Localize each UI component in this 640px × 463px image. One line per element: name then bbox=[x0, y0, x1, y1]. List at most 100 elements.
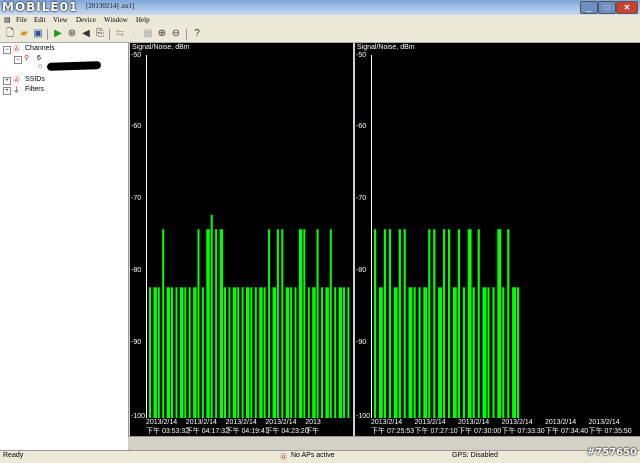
toolbar-separator bbox=[47, 29, 48, 40]
y-tick-label: -100 bbox=[131, 413, 146, 420]
x-tick-time: 下午 07:27:10 bbox=[414, 428, 458, 435]
x-tick-time: 下午 07:35:50 bbox=[588, 428, 632, 435]
audio-icon[interactable]: ◀ bbox=[80, 28, 92, 40]
signal-bar bbox=[388, 229, 391, 418]
signal-bar bbox=[215, 229, 218, 418]
signal-bar bbox=[281, 229, 284, 418]
toolbar: 🗋 ▰ ▣ ▶ ⊛ ◀ ⎘ ⇆ ⋮ ▦ ⊕ ⊖ ? bbox=[0, 27, 640, 43]
x-tick-time: 下午 04:23:20 bbox=[265, 428, 309, 435]
y-tick-label: -50 bbox=[131, 52, 142, 59]
x-tick-label: 2013/2/14 bbox=[371, 419, 403, 426]
signal-bar bbox=[193, 287, 197, 418]
signal-bar bbox=[259, 287, 263, 418]
filter-icon[interactable]: ⋮ bbox=[128, 28, 140, 40]
help-icon[interactable]: ? bbox=[191, 28, 203, 40]
x-tick-time: 下午 04:17:32 bbox=[185, 428, 229, 435]
signal-bar bbox=[374, 229, 377, 418]
signal-bar bbox=[398, 229, 401, 418]
zoom-out-icon[interactable]: ⊖ bbox=[170, 28, 182, 40]
menu-help[interactable]: Help bbox=[136, 16, 150, 24]
antenna-icon: Ⓐ bbox=[13, 46, 20, 53]
collapse-toggle[interactable]: − bbox=[3, 46, 11, 54]
signal-bar bbox=[197, 229, 200, 418]
signal-bar bbox=[408, 287, 413, 418]
signal-bar bbox=[477, 229, 480, 418]
signal-bar bbox=[448, 229, 451, 418]
x-tick-time: 下午 bbox=[305, 428, 320, 435]
zoom-in-icon[interactable]: ⊕ bbox=[156, 28, 168, 40]
open-folder-icon[interactable]: ▰ bbox=[18, 28, 30, 40]
signal-bar bbox=[512, 287, 516, 418]
new-file-icon[interactable]: 🗋 bbox=[4, 28, 16, 40]
signal-bar bbox=[171, 287, 173, 418]
close-button[interactable]: ✕ bbox=[616, 1, 638, 14]
tree-item-channels[interactable]: Channels bbox=[25, 45, 55, 52]
maximize-button[interactable]: □ bbox=[598, 1, 616, 14]
signal-bar bbox=[438, 287, 442, 418]
toolbar-separator bbox=[186, 29, 187, 40]
signal-bar bbox=[188, 287, 191, 418]
antenna-status-icon: Ⓐ bbox=[280, 454, 287, 461]
watermark: #757650 bbox=[586, 447, 637, 458]
menu-file[interactable]: File bbox=[16, 16, 27, 24]
x-tick-label: 2013/2/14 bbox=[146, 419, 178, 426]
horizontal-scrollbar[interactable] bbox=[128, 436, 640, 449]
x-tick-label: 2013/2/14 bbox=[185, 419, 217, 426]
antenna-icon: Ⓐ bbox=[13, 77, 20, 84]
minimize-button[interactable]: _ bbox=[580, 1, 598, 14]
x-tick-label: 2013/2/14 bbox=[588, 419, 620, 426]
y-tick-label: -70 bbox=[131, 195, 142, 202]
signal-bar bbox=[149, 287, 151, 418]
import-icon[interactable]: ⇆ bbox=[114, 28, 126, 40]
signal-bar bbox=[294, 287, 297, 418]
signal-bar bbox=[334, 287, 337, 418]
menu-window[interactable]: Window bbox=[104, 16, 128, 24]
save-icon[interactable]: ▣ bbox=[32, 28, 44, 40]
collapse-toggle[interactable]: − bbox=[14, 56, 22, 64]
signal-bar bbox=[452, 287, 457, 418]
signal-bar bbox=[472, 287, 475, 418]
tree-item-channel-number[interactable]: 6 bbox=[37, 55, 41, 62]
tree-item-ssids[interactable]: SSIDs bbox=[25, 76, 45, 83]
signal-bar bbox=[254, 287, 257, 418]
signal-bar bbox=[285, 287, 290, 418]
signal-bar bbox=[162, 229, 165, 418]
plot-area[interactable] bbox=[371, 55, 640, 418]
signal-bar bbox=[502, 287, 505, 418]
x-tick-time: 下午 07:30:00 bbox=[458, 428, 502, 435]
y-tick-label: -60 bbox=[131, 123, 142, 130]
x-tick-label: 2013 bbox=[305, 419, 321, 426]
expand-toggle[interactable]: + bbox=[3, 87, 11, 95]
app-menu-icon[interactable]: ▤ bbox=[4, 16, 11, 24]
signal-bar bbox=[482, 287, 487, 418]
signal-bar bbox=[246, 287, 250, 418]
menu-device[interactable]: Device bbox=[76, 16, 96, 24]
y-tick-label: -90 bbox=[131, 339, 142, 346]
menu-view[interactable]: View bbox=[53, 16, 68, 24]
signal-bar bbox=[383, 229, 387, 418]
chart-title: Signal/Noise, dBm bbox=[357, 44, 415, 51]
y-tick-label: -60 bbox=[356, 123, 367, 130]
export-icon[interactable]: ⎘ bbox=[94, 28, 106, 40]
signal-bar bbox=[298, 229, 303, 418]
signal-bar bbox=[321, 287, 323, 418]
signal-bar bbox=[517, 287, 520, 418]
signal-bar bbox=[403, 229, 406, 418]
status-bar: Ready Ⓐ No APs active GPS: Disabled bbox=[0, 450, 640, 463]
scan-icon[interactable]: ⊛ bbox=[66, 28, 78, 40]
menu-edit[interactable]: Edit bbox=[34, 16, 46, 24]
signal-bar bbox=[312, 287, 316, 418]
plot-area[interactable] bbox=[146, 55, 353, 418]
x-tick-label: 2013/2/14 bbox=[414, 419, 446, 426]
signal-bar bbox=[423, 287, 428, 418]
signal-bar bbox=[343, 287, 345, 418]
x-tick-label: 2013/2/14 bbox=[545, 419, 577, 426]
x-tick-time: 下午 07:25:53 bbox=[371, 428, 415, 435]
signal-bar bbox=[237, 287, 240, 418]
grid-icon[interactable]: ▦ bbox=[142, 28, 154, 40]
signal-bar bbox=[307, 287, 310, 418]
signal-bar bbox=[329, 229, 332, 418]
expand-toggle[interactable]: + bbox=[3, 77, 11, 85]
tree-item-filters[interactable]: Filters bbox=[25, 86, 44, 93]
play-icon[interactable]: ▶ bbox=[52, 28, 64, 40]
